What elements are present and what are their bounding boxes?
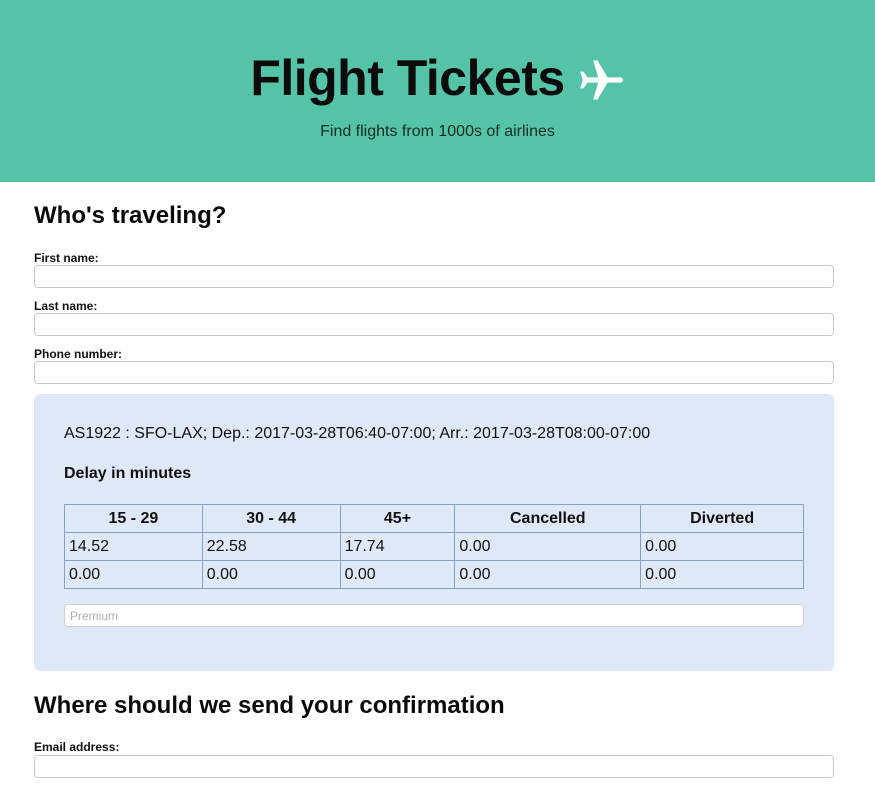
flight-info: AS1922 : SFO-LAX; Dep.: 2017-03-28T06:40…: [64, 425, 651, 442]
delay-cell: 0.00: [201, 560, 341, 589]
delay-column-header: Diverted: [640, 504, 804, 533]
email-label: Email address:: [34, 740, 120, 754]
delay-column-header: 30 - 44: [201, 504, 341, 533]
delay-cell: 14.52: [64, 532, 203, 561]
flight-card: AS1922 : SFO-LAX; Dep.: 2017-03-28T06:40…: [34, 394, 834, 671]
delay-cell: 22.58: [201, 532, 341, 561]
premium-input[interactable]: [64, 604, 804, 627]
first-name-input[interactable]: [34, 265, 834, 288]
delay-cell: 0.00: [640, 560, 804, 589]
delay-cell: 0.00: [454, 560, 642, 589]
delay-column-header: Cancelled: [454, 504, 642, 533]
delay-heading: Delay in minutes: [64, 465, 192, 482]
confirmation-heading: Where should we send your confirmation: [34, 692, 505, 719]
last-name-input[interactable]: [34, 313, 834, 336]
first-name-label: First name:: [34, 251, 99, 265]
last-name-label: Last name:: [34, 299, 98, 313]
delay-cell: 0.00: [339, 560, 456, 589]
airplane-icon: [577, 56, 625, 104]
delay-table-row: 0.00 0.00 0.00 0.00 0.00: [64, 560, 804, 589]
page-title: Flight Tickets: [250, 50, 565, 106]
phone-number-label: Phone number:: [34, 347, 123, 361]
travelers-heading: Who's traveling?: [34, 202, 227, 229]
title-row: Flight Tickets: [0, 46, 875, 110]
email-input[interactable]: [34, 755, 834, 778]
delay-column-header: 15 - 29: [64, 504, 203, 533]
page-subtitle: Find flights from 1000s of airlines: [320, 123, 555, 140]
delay-cell: 0.00: [640, 532, 804, 561]
delay-table-header-row: 15 - 29 30 - 44 45+ Cancelled Diverted: [64, 504, 804, 533]
page-header: Flight Tickets Find flights from 1000s o…: [0, 0, 875, 182]
delay-cell: 0.00: [64, 560, 203, 589]
delay-cell: 0.00: [454, 532, 642, 561]
phone-number-input[interactable]: [34, 361, 834, 384]
delay-cell: 17.74: [339, 532, 456, 561]
delay-column-header: 45+: [339, 504, 456, 533]
delay-table-row: 14.52 22.58 17.74 0.00 0.00: [64, 532, 804, 561]
delay-table: 15 - 29 30 - 44 45+ Cancelled Diverted 1…: [64, 504, 804, 589]
